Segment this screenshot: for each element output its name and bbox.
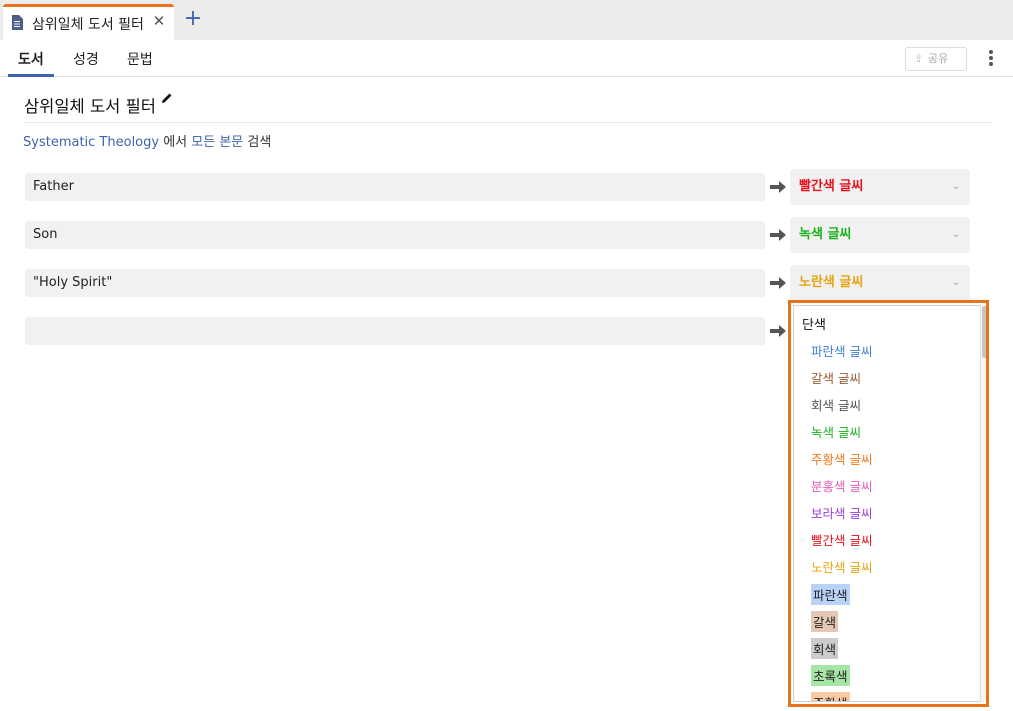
tab-title: 삼위일체 도서 필터	[32, 17, 144, 33]
rule-term-input[interactable]	[25, 317, 765, 345]
tab-bible[interactable]: 성경	[73, 49, 99, 69]
edit-pencil-icon[interactable]	[161, 92, 173, 104]
page-title: 삼위일체 도서 필터	[24, 97, 156, 116]
dropdown-option[interactable]: 파란색 글씨	[811, 341, 872, 360]
book-link[interactable]: Systematic Theology	[23, 135, 159, 150]
dropdown-option[interactable]: 녹색 글씨	[811, 422, 861, 441]
scope-link[interactable]: 모든 본문	[191, 135, 243, 150]
rule-term-input[interactable]: Son	[25, 221, 765, 249]
rule-term-input[interactable]: Father	[25, 173, 765, 201]
sub-navigation: 도서 성경 문법 ⇪ 공유	[0, 40, 1013, 77]
dropdown-option[interactable]: 빨간색 글씨	[811, 530, 872, 549]
dropdown-option[interactable]: 갈색	[811, 611, 839, 632]
scrollbar-thumb[interactable]	[982, 306, 986, 358]
dropdown-option[interactable]: 주황색	[811, 692, 850, 701]
active-tab-indicator	[8, 74, 54, 77]
dropdown-scrollbar[interactable]	[980, 305, 986, 702]
share-label: 공유	[928, 52, 949, 65]
arrow-right-icon	[770, 229, 786, 241]
tab-books[interactable]: 도서	[18, 49, 44, 69]
dropdown-group-label: 단색	[802, 318, 826, 333]
desc-in-text: 에서	[163, 135, 188, 150]
close-tab-icon[interactable]: ✕	[150, 11, 168, 31]
add-tab-icon[interactable]: +	[183, 8, 203, 31]
chevron-down-icon: ⌄	[951, 229, 960, 240]
dropdown-option[interactable]: 파란색	[811, 584, 850, 605]
title-row: 삼위일체 도서 필터	[24, 90, 992, 123]
dropdown-list: 단색 파란색 글씨갈색 글씨회색 글씨녹색 글씨주황색 글씨분홍색 글씨보라색 …	[793, 305, 983, 702]
rule-style-label: 녹색 글씨	[799, 227, 852, 242]
arrow-right-icon	[770, 277, 786, 289]
rule-style-label: 빨간색 글씨	[799, 179, 864, 194]
chevron-down-icon: ⌄	[951, 181, 960, 192]
share-button[interactable]: ⇪ 공유	[905, 47, 967, 71]
arrow-right-icon	[770, 181, 786, 193]
tab-bar: 삼위일체 도서 필터 ✕ +	[0, 0, 1013, 40]
more-options-icon[interactable]	[985, 48, 997, 68]
rule-term-input[interactable]: "Holy Spirit"	[25, 269, 765, 297]
dropdown-option[interactable]: 주황색 글씨	[811, 449, 872, 468]
style-dropdown: 단색 파란색 글씨갈색 글씨회색 글씨녹색 글씨주황색 글씨분홍색 글씨보라색 …	[788, 300, 989, 707]
dropdown-option[interactable]: 회색 글씨	[811, 395, 861, 414]
dropdown-option[interactable]: 회색	[811, 638, 839, 659]
search-description: Systematic Theology 에서 모든 본문 검색	[23, 131, 271, 150]
tab-grammar[interactable]: 문법	[127, 49, 153, 69]
dropdown-option[interactable]: 초록색	[811, 665, 850, 686]
rule-style-label: 노란색 글씨	[799, 275, 864, 290]
dropdown-option[interactable]: 갈색 글씨	[811, 368, 861, 387]
arrow-right-icon	[770, 325, 786, 337]
rule-style-select[interactable]: 노란색 글씨 ⌄	[790, 265, 970, 301]
rule-style-select[interactable]: 녹색 글씨 ⌄	[790, 217, 970, 253]
upload-icon: ⇪	[914, 52, 924, 65]
chevron-down-icon: ⌄	[951, 277, 960, 288]
desc-search-text: 검색	[247, 135, 272, 150]
dropdown-option[interactable]: 분홍색 글씨	[811, 476, 872, 495]
dropdown-option[interactable]: 노란색 글씨	[811, 557, 872, 576]
document-icon	[12, 15, 23, 30]
dropdown-option[interactable]: 보라색 글씨	[811, 503, 872, 522]
document-tab[interactable]: 삼위일체 도서 필터 ✕	[3, 4, 174, 40]
rule-style-select[interactable]: 빨간색 글씨 ⌄	[790, 169, 970, 205]
